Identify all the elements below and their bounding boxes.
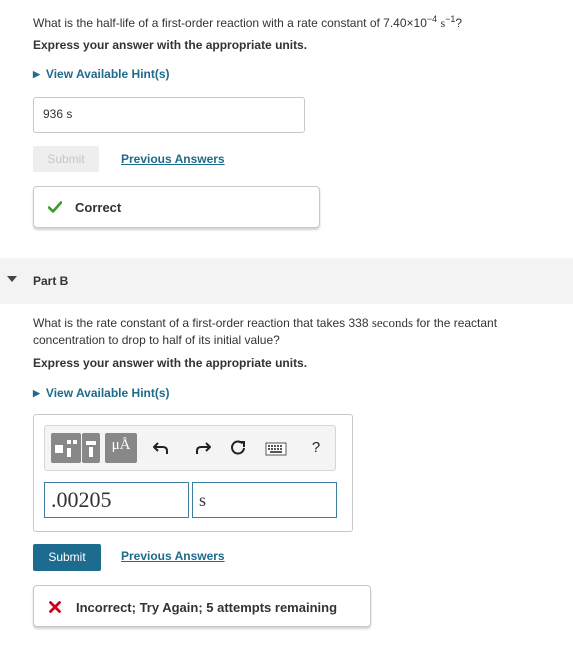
part-a-answer-field[interactable]: 936 s bbox=[33, 97, 305, 133]
question-text: What is the rate constant of a first-ord… bbox=[33, 316, 372, 330]
checkmark-icon bbox=[48, 201, 62, 213]
unit-exponent: −1 bbox=[445, 14, 456, 24]
templates-dropdown[interactable] bbox=[82, 433, 100, 463]
part-a-submit-button[interactable]: Submit bbox=[33, 146, 99, 172]
x-mark-icon bbox=[49, 601, 61, 613]
reset-icon[interactable] bbox=[229, 439, 247, 457]
triangle-right-icon: ▶ bbox=[33, 69, 40, 79]
redo-icon[interactable] bbox=[192, 440, 212, 456]
part-b-submit-button[interactable]: Submit bbox=[33, 544, 101, 571]
unit-word: seconds bbox=[371, 315, 414, 330]
units-button[interactable]: μÅ bbox=[105, 433, 137, 463]
value-input[interactable]: .00205 bbox=[44, 482, 189, 518]
part-b-header[interactable] bbox=[0, 258, 573, 304]
part-a-feedback: Correct bbox=[33, 186, 320, 228]
exponent: −4 bbox=[426, 14, 438, 24]
part-a-hint-link[interactable]: ▶ View Available Hint(s) bbox=[33, 67, 170, 81]
part-a-instruction: Express your answer with the appropriate… bbox=[33, 38, 308, 52]
feedback-text: Correct bbox=[75, 200, 122, 215]
chevron-down-icon bbox=[7, 276, 17, 282]
help-icon[interactable]: ? bbox=[305, 439, 327, 456]
grid-icon bbox=[86, 441, 96, 457]
part-b-instruction: Express your answer with the appropriate… bbox=[33, 356, 308, 370]
answer-value: 936 s bbox=[43, 107, 73, 121]
keyboard-icon[interactable] bbox=[265, 442, 287, 456]
part-a-previous-answers-link[interactable]: Previous Answers bbox=[121, 152, 225, 166]
undo-icon[interactable] bbox=[152, 440, 172, 456]
feedback-text: Incorrect; Try Again; 5 attempts remaini… bbox=[76, 600, 338, 615]
part-b-question: What is the rate constant of a first-ord… bbox=[33, 314, 553, 349]
part-b-feedback: Incorrect; Try Again; 5 attempts remaini… bbox=[33, 585, 371, 627]
unit-input[interactable]: s bbox=[192, 482, 337, 518]
part-b-previous-answers-link[interactable]: Previous Answers bbox=[121, 549, 225, 563]
part-b-hint-link[interactable]: ▶ View Available Hint(s) bbox=[33, 386, 170, 400]
part-b-title: Part B bbox=[33, 274, 69, 288]
templates-button[interactable] bbox=[51, 433, 81, 463]
triangle-right-icon: ▶ bbox=[33, 388, 40, 398]
templates-icon bbox=[55, 440, 77, 457]
question-suffix: ? bbox=[455, 16, 463, 30]
part-a-question: What is the half-life of a first-order r… bbox=[33, 11, 462, 32]
hint-label: View Available Hint(s) bbox=[45, 386, 170, 400]
question-text: What is the half-life of a first-order r… bbox=[33, 16, 427, 30]
hint-label: View Available Hint(s) bbox=[45, 67, 170, 81]
